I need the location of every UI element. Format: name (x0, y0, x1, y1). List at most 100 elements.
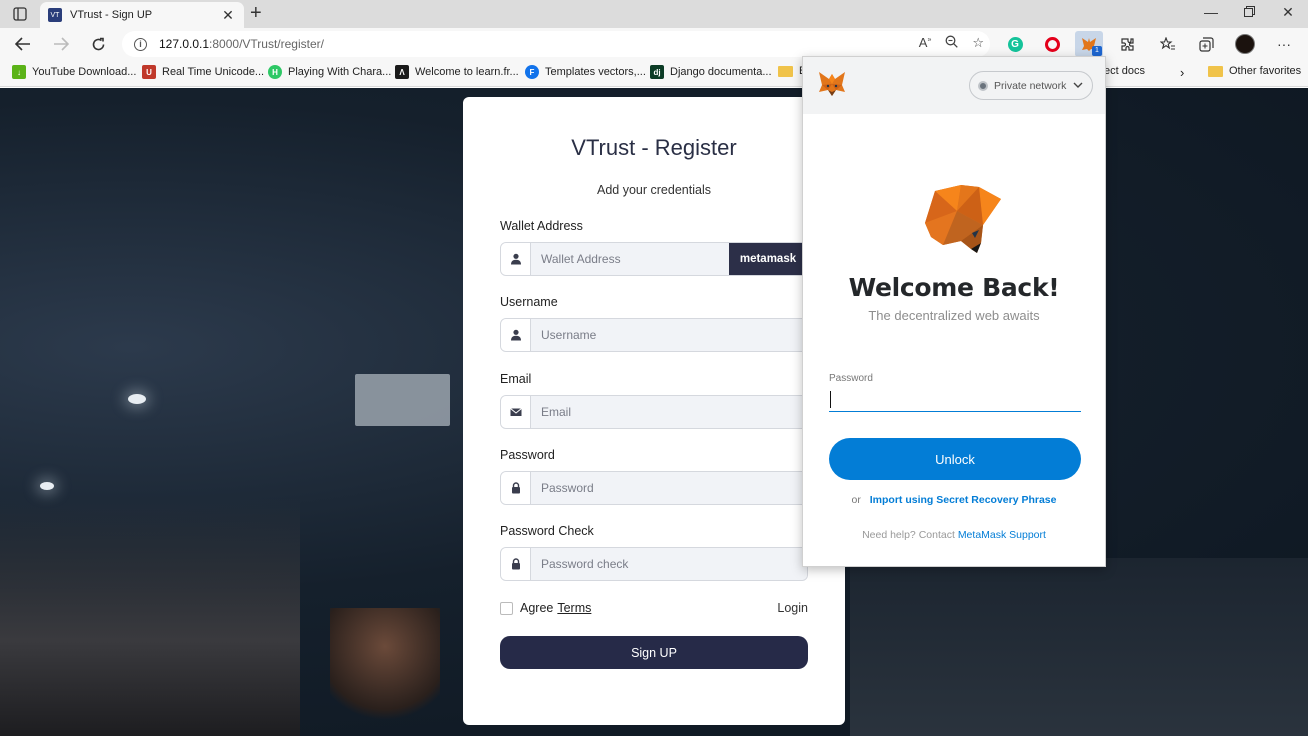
bookmark-learn[interactable]: Λ Welcome to learn.fr... (395, 65, 519, 79)
bookmark-templates[interactable]: F Templates vectors,... (525, 65, 646, 79)
bookmark-label: Playing With Chara... (288, 66, 392, 78)
unicode-icon: U (142, 65, 156, 79)
username-label: Username (500, 295, 558, 309)
bookmark-youtube-download[interactable]: ↓ YouTube Download... (12, 65, 136, 79)
page-background: VTrust - Register Add your credentials W… (0, 88, 1308, 736)
bookmark-label: Real Time Unicode... (162, 66, 265, 78)
bookmark-label: YouTube Download... (32, 66, 137, 78)
agree-terms: Agree Terms (500, 601, 591, 615)
favorites-icon[interactable] (1157, 33, 1179, 55)
network-status-icon (978, 80, 988, 91)
restore-icon[interactable] (1234, 4, 1264, 20)
text-caret (830, 391, 831, 408)
unlock-button[interactable]: Unlock (829, 438, 1081, 480)
wallet-address-group: metamask (500, 242, 808, 276)
more-bookmarks-chevron-icon[interactable]: › (1180, 65, 1184, 80)
read-aloud-icon[interactable]: A» (919, 35, 932, 51)
username-group (500, 318, 808, 352)
lock-icon (501, 472, 531, 504)
email-label: Email (500, 372, 532, 386)
collections-icon[interactable] (1195, 33, 1217, 55)
ceiling-light-image (40, 482, 54, 490)
metamask-popup: Private network Welcome Back! The decent… (802, 56, 1106, 567)
address-bar[interactable]: i 127.0.0.1:8000/VTrust/register/ A» ☆ (122, 31, 990, 57)
zoom-icon[interactable] (945, 35, 959, 51)
envelope-icon (501, 396, 531, 428)
metamask-extension-icon[interactable]: 1 (1075, 31, 1103, 57)
bookmark-unicode[interactable]: U Real Time Unicode... (142, 65, 264, 79)
bookmark-django[interactable]: dj Django documenta... (650, 65, 772, 79)
refresh-icon[interactable] (86, 33, 110, 55)
import-recovery-phrase-link[interactable]: Import using Secret Recovery Phrase (870, 494, 1057, 506)
page-subtitle: Add your credentials (597, 183, 711, 197)
network-name: Private network (994, 79, 1067, 92)
url-host: 127.0.0.1 (159, 37, 210, 51)
air-conditioner-image (355, 374, 450, 426)
signup-button[interactable]: Sign UP (500, 636, 808, 669)
address-bar-actions: A» ☆ (919, 35, 984, 51)
new-tab-icon[interactable]: + (250, 3, 262, 23)
agree-checkbox[interactable] (500, 601, 513, 615)
site-favicon-icon: VT (48, 8, 62, 22)
welcome-title: Welcome Back! (848, 273, 1060, 302)
tab-title: VTrust - Sign UP (70, 9, 153, 21)
email-input[interactable] (531, 396, 807, 428)
grammarly-icon[interactable]: G (1004, 33, 1026, 55)
browser-toolbar: i 127.0.0.1:8000/VTrust/register/ A» ☆ G… (0, 28, 1308, 60)
bookmark-label: Django documenta... (670, 66, 772, 78)
metamask-support-link[interactable]: MetaMask Support (958, 529, 1046, 541)
opera-icon[interactable] (1041, 33, 1063, 55)
django-icon: dj (650, 65, 664, 79)
import-row: or Import using Secret Recovery Phrase (803, 494, 1105, 506)
bookmark-other-favorites[interactable]: Other favorites (1208, 65, 1301, 77)
or-text: or (851, 494, 861, 506)
password-check-input[interactable] (531, 548, 807, 580)
bookmark-docs[interactable]: ect docs (1104, 65, 1145, 77)
close-window-icon[interactable]: ✕ (1273, 4, 1303, 21)
bookmark-label: Other favorites (1229, 65, 1302, 77)
metamask-button[interactable]: metamask (729, 243, 807, 275)
minimize-icon[interactable]: — (1196, 4, 1226, 20)
tab-actions-icon[interactable] (8, 5, 32, 23)
password-label: Password (500, 448, 555, 462)
chevron-down-icon (1073, 80, 1083, 91)
page-title: VTrust - Register (571, 135, 737, 160)
email-group (500, 395, 808, 429)
login-link[interactable]: Login (777, 601, 808, 615)
network-selector[interactable]: Private network (969, 71, 1093, 100)
bookmarks-bar: ↓ YouTube Download... U Real Time Unicod… (0, 60, 1308, 87)
download-arrow-icon: ↓ (12, 65, 26, 79)
tab-close-icon[interactable]: ✕ (220, 7, 236, 24)
metamask-header: Private network (803, 57, 1105, 114)
bookmark-hackerrank[interactable]: H Playing With Chara... (268, 65, 391, 79)
wallet-address-input[interactable] (531, 243, 729, 275)
password-input[interactable] (531, 472, 807, 504)
office-corridor-image (850, 558, 1308, 736)
forward-icon[interactable] (49, 33, 73, 55)
bookmark-label: ect docs (1104, 65, 1145, 77)
profile-avatar[interactable] (1234, 33, 1256, 55)
ceiling-light-image (128, 394, 146, 404)
help-text: Need help? Contact (862, 529, 955, 541)
metamask-password-input[interactable] (829, 386, 1081, 412)
username-input[interactable] (531, 319, 807, 351)
office-people-image (0, 498, 300, 736)
metamask-fox-icon (925, 185, 1001, 253)
site-info-icon[interactable]: i (134, 37, 147, 51)
user-icon (501, 319, 531, 351)
settings-more-icon[interactable]: ··· (1273, 33, 1295, 55)
password-group (500, 471, 808, 505)
browser-tab[interactable]: VT VTrust - Sign UP ✕ (40, 2, 244, 28)
password-check-label: Password Check (500, 524, 594, 538)
add-favorite-icon[interactable]: ☆ (972, 35, 984, 51)
hackerrank-icon: H (268, 65, 282, 79)
extensions-icon[interactable] (1116, 33, 1138, 55)
folder-icon (1208, 65, 1223, 77)
wallet-address-label: Wallet Address (500, 219, 583, 233)
help-row: Need help? Contact MetaMask Support (803, 529, 1105, 541)
url-text: 127.0.0.1:8000/VTrust/register/ (159, 37, 324, 51)
terms-link[interactable]: Terms (557, 601, 591, 615)
back-icon[interactable] (11, 33, 35, 55)
url-path: :8000/VTrust/register/ (209, 37, 324, 51)
user-icon (501, 243, 531, 275)
